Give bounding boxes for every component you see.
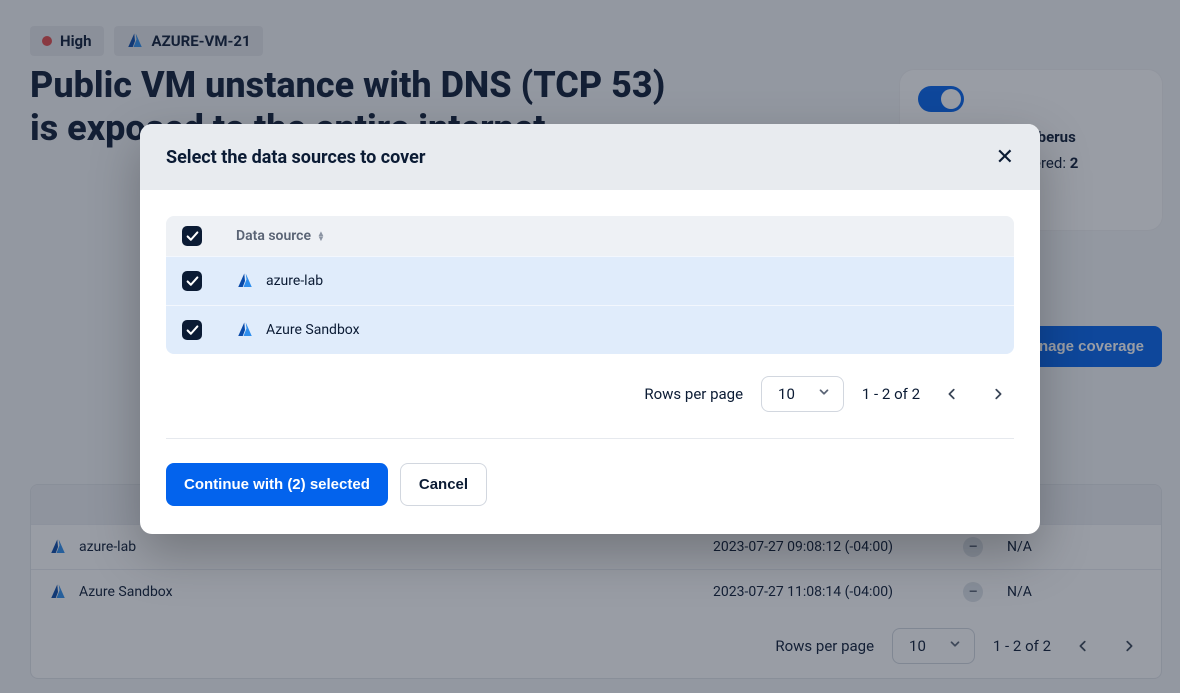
- modal-title: Select the data sources to cover: [166, 147, 426, 168]
- continue-button[interactable]: Continue with (2) selected: [166, 463, 388, 506]
- data-source-name: Azure Sandbox: [266, 322, 360, 338]
- data-source-column-header[interactable]: Data source ▲▼: [236, 228, 325, 244]
- cancel-button[interactable]: Cancel: [400, 463, 487, 506]
- modal-pager: Rows per page 10 1 - 2 of 2: [166, 354, 1014, 438]
- azure-icon: [236, 272, 254, 290]
- next-page-button[interactable]: [984, 380, 1012, 408]
- data-source-row[interactable]: Azure Sandbox: [166, 305, 1014, 354]
- data-source-name: azure-lab: [266, 273, 323, 289]
- modal-overlay: Select the data sources to cover ✕ Data …: [0, 0, 1180, 693]
- rows-per-page-select[interactable]: 10: [761, 376, 844, 412]
- page-range: 1 - 2 of 2: [862, 385, 920, 403]
- azure-icon: [236, 321, 254, 339]
- data-source-table-header: Data source ▲▼: [166, 216, 1014, 256]
- chevron-down-icon: [817, 385, 831, 403]
- select-data-sources-modal: Select the data sources to cover ✕ Data …: [140, 124, 1040, 534]
- row-checkbox[interactable]: [182, 271, 202, 291]
- close-icon[interactable]: ✕: [996, 146, 1014, 168]
- prev-page-button[interactable]: [938, 380, 966, 408]
- select-all-checkbox[interactable]: [182, 226, 202, 246]
- rows-per-page-label: Rows per page: [644, 385, 743, 403]
- data-source-table: Data source ▲▼ azure-lab: [166, 216, 1014, 354]
- sort-icon: ▲▼: [317, 231, 325, 241]
- row-checkbox[interactable]: [182, 320, 202, 340]
- data-source-row[interactable]: azure-lab: [166, 256, 1014, 305]
